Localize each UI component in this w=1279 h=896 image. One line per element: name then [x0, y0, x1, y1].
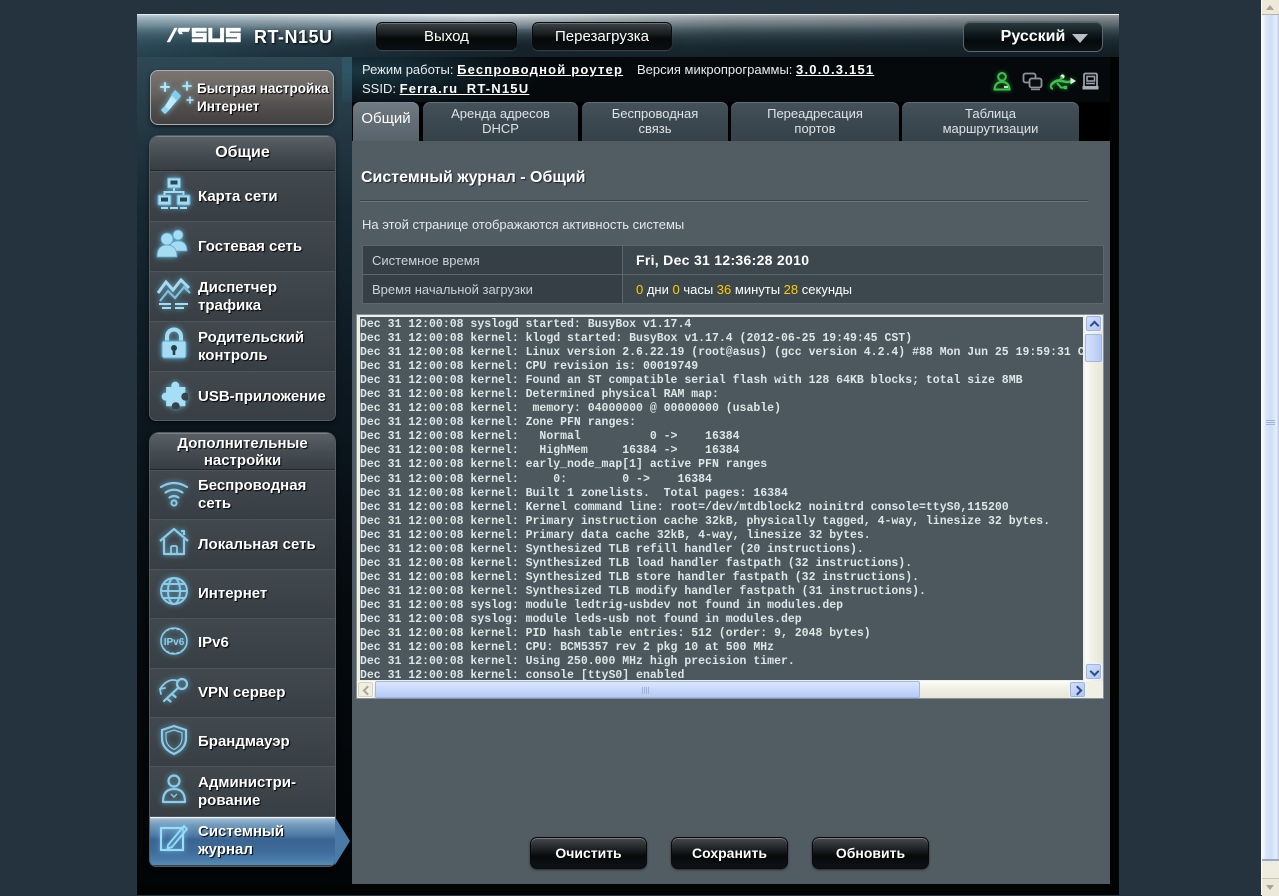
- svg-text:IPv6: IPv6: [164, 637, 185, 648]
